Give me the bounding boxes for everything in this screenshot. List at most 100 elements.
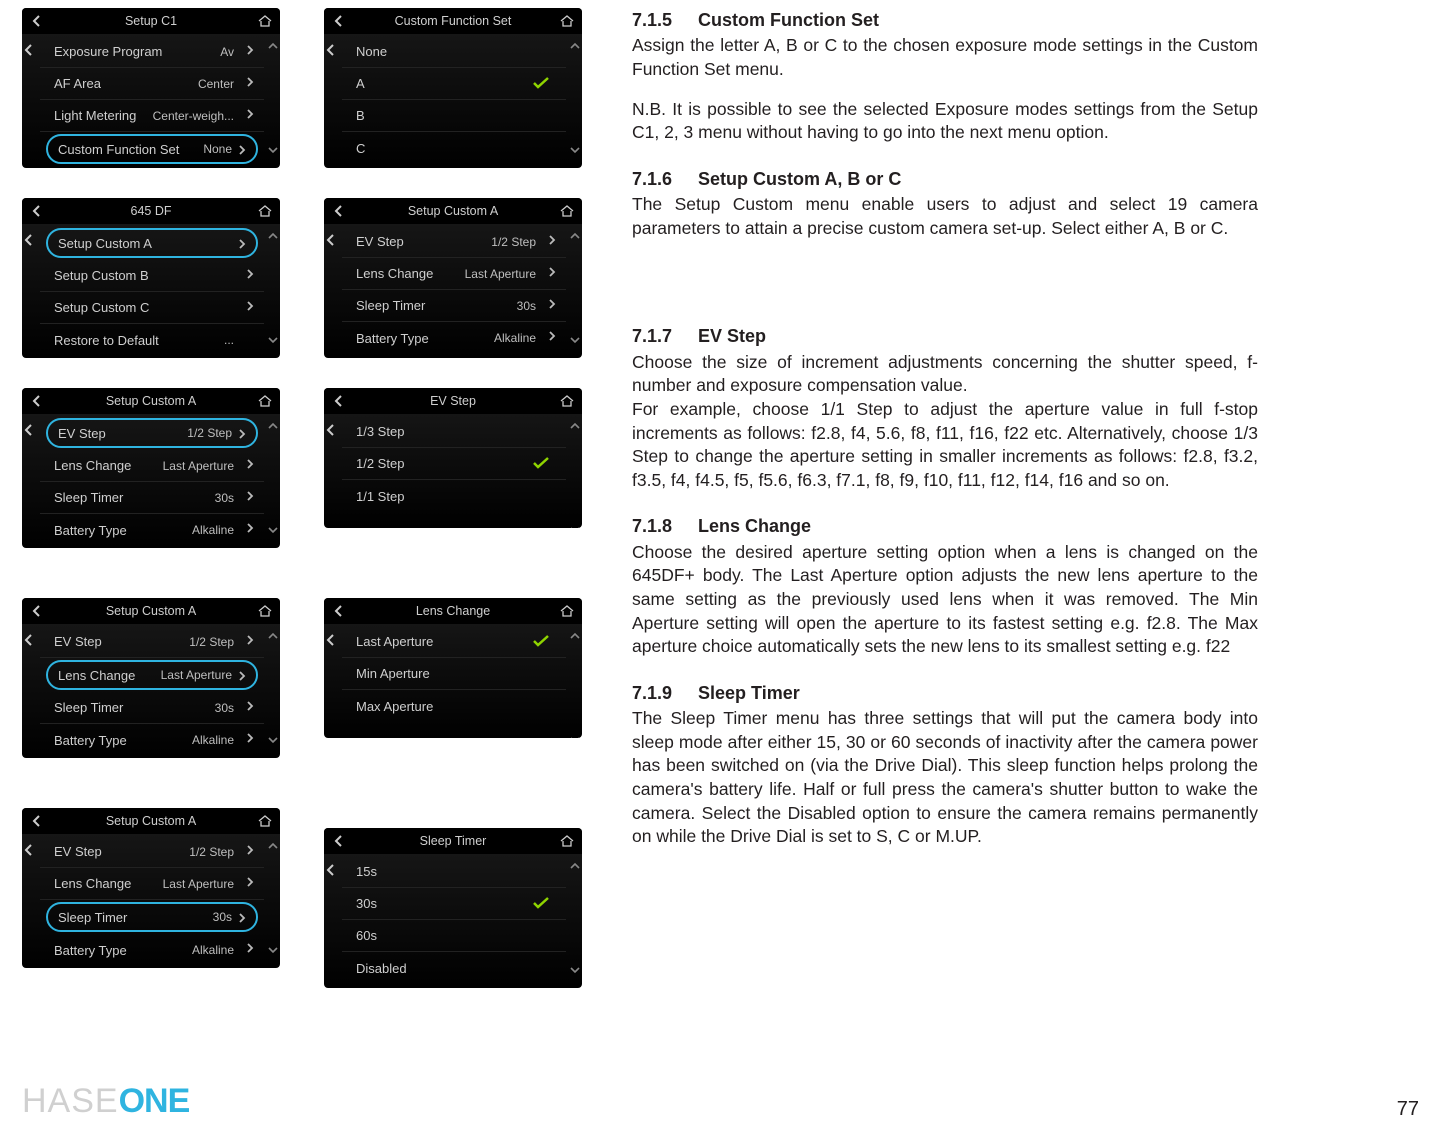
menu-row-value: Av [220, 45, 234, 59]
screen-setup-c1: Setup C1Exposure ProgramAvAF AreaCenterL… [22, 8, 280, 168]
home-icon[interactable] [558, 602, 576, 620]
menu-row[interactable]: Sleep Timer30s [342, 290, 566, 322]
menu-row-label: 1/1 Step [356, 489, 404, 504]
logo-blue: ONE [119, 1082, 190, 1120]
section-7-1-6: 7.1.6 Setup Custom A, B or C The Setup C… [632, 167, 1258, 241]
home-icon[interactable] [558, 392, 576, 410]
side-back-icon[interactable] [22, 838, 37, 958]
menu-row[interactable]: EV Step1/2 Step [40, 836, 264, 868]
menu-row[interactable]: EV Step1/2 Step [46, 418, 258, 448]
back-icon[interactable] [28, 202, 46, 220]
menu-row[interactable]: Sleep Timer30s [40, 482, 264, 514]
side-back-icon[interactable] [324, 228, 339, 348]
home-icon[interactable] [558, 202, 576, 220]
back-icon[interactable] [330, 392, 348, 410]
menu-row-label: EV Step [356, 234, 404, 249]
back-icon[interactable] [28, 812, 46, 830]
menu-row[interactable]: Battery TypeAlkaline [342, 322, 566, 354]
menu-row-label: Battery Type [356, 331, 429, 346]
back-icon[interactable] [330, 202, 348, 220]
scroll-indicator[interactable] [568, 228, 582, 348]
home-icon[interactable] [256, 12, 274, 30]
menu-row[interactable]: Min Aperture [342, 658, 566, 690]
side-back-icon[interactable] [22, 418, 37, 538]
chevron-right-icon [246, 45, 254, 55]
menu-row[interactable]: 1/3 Step [342, 416, 566, 448]
menu-row-label: Disabled [356, 961, 407, 976]
menu-row-value: Last Aperture [161, 668, 232, 682]
section-7-1-9: 7.1.9 Sleep Timer The Sleep Timer menu h… [632, 681, 1258, 849]
menu-row[interactable]: 15s [342, 856, 566, 888]
home-icon[interactable] [256, 392, 274, 410]
menu-row[interactable]: Setup Custom B [40, 260, 264, 292]
menu-row-value: Alkaline [192, 733, 234, 747]
scroll-indicator[interactable] [266, 228, 280, 348]
scroll-indicator[interactable] [568, 38, 582, 158]
back-icon[interactable] [28, 602, 46, 620]
menu-row[interactable]: C [342, 132, 566, 164]
home-icon[interactable] [256, 602, 274, 620]
back-icon[interactable] [28, 12, 46, 30]
menu-row[interactable]: Disabled [342, 952, 566, 984]
side-back-icon[interactable] [324, 858, 339, 978]
side-back-icon[interactable] [22, 228, 37, 348]
side-back-icon[interactable] [324, 38, 339, 158]
menu-row[interactable]: Lens ChangeLast Aperture [342, 258, 566, 290]
menu-row[interactable]: AF AreaCenter [40, 68, 264, 100]
menu-row[interactable]: Sleep Timer30s [46, 902, 258, 932]
menu-row[interactable]: Custom Function SetNone [46, 134, 258, 164]
section-title: EV Step [698, 324, 766, 348]
menu-row[interactable]: 60s [342, 920, 566, 952]
menu-row[interactable]: Setup Custom A [46, 228, 258, 258]
menu-row[interactable]: None [342, 36, 566, 68]
menu-row[interactable]: Max Aperture [342, 690, 566, 722]
scroll-indicator[interactable] [266, 628, 280, 748]
menu-row[interactable]: Lens ChangeLast Aperture [40, 450, 264, 482]
home-icon[interactable] [558, 12, 576, 30]
menu-row[interactable]: Restore to Default... [40, 324, 264, 356]
menu-row[interactable]: Battery TypeAlkaline [40, 934, 264, 966]
scroll-indicator[interactable] [266, 838, 280, 958]
menu-row[interactable]: 30s [342, 888, 566, 920]
scroll-indicator[interactable] [568, 628, 582, 738]
scroll-indicator[interactable] [568, 418, 582, 528]
logo-gray: HASE [22, 1082, 119, 1120]
menu-row[interactable]: Setup Custom C [40, 292, 264, 324]
scroll-indicator[interactable] [266, 418, 280, 538]
back-icon[interactable] [28, 392, 46, 410]
side-back-icon[interactable] [22, 628, 37, 748]
menu-row[interactable]: Lens ChangeLast Aperture [46, 660, 258, 690]
home-icon[interactable] [256, 202, 274, 220]
side-back-icon[interactable] [22, 38, 37, 158]
back-icon[interactable] [330, 832, 348, 850]
menu-row[interactable]: EV Step1/2 Step [40, 626, 264, 658]
menu-row[interactable]: Exposure ProgramAv [40, 36, 264, 68]
menu-row-label: Lens Change [54, 876, 131, 891]
menu-row[interactable]: Light MeteringCenter-weigh... [40, 100, 264, 132]
menu-row[interactable]: A [342, 68, 566, 100]
scroll-indicator[interactable] [266, 38, 280, 158]
menu-row[interactable]: Lens ChangeLast Aperture [40, 868, 264, 900]
side-back-icon[interactable] [324, 418, 339, 528]
menu-row[interactable]: Sleep Timer30s [40, 692, 264, 724]
menu-row-label: A [356, 76, 365, 91]
back-icon[interactable] [330, 12, 348, 30]
menu-row-label: Custom Function Set [58, 142, 179, 157]
home-icon[interactable] [558, 832, 576, 850]
back-icon[interactable] [330, 602, 348, 620]
menu-row[interactable]: B [342, 100, 566, 132]
menu-row[interactable]: 1/1 Step [342, 480, 566, 512]
menu-row-label: 1/2 Step [356, 456, 404, 471]
scroll-indicator[interactable] [568, 858, 582, 978]
screen-titlebar: Setup C1 [22, 8, 280, 34]
menu-row[interactable]: Battery TypeAlkaline [40, 724, 264, 756]
home-icon[interactable] [256, 812, 274, 830]
section-title: Lens Change [698, 514, 811, 538]
brand-logo: HASEONE [22, 1082, 189, 1121]
menu-row[interactable]: Last Aperture [342, 626, 566, 658]
menu-row[interactable]: Battery TypeAlkaline [40, 514, 264, 546]
menu-row[interactable]: 1/2 Step [342, 448, 566, 480]
menu-row[interactable]: EV Step1/2 Step [342, 226, 566, 258]
menu-row-label: Sleep Timer [54, 700, 123, 715]
side-back-icon[interactable] [324, 628, 339, 738]
